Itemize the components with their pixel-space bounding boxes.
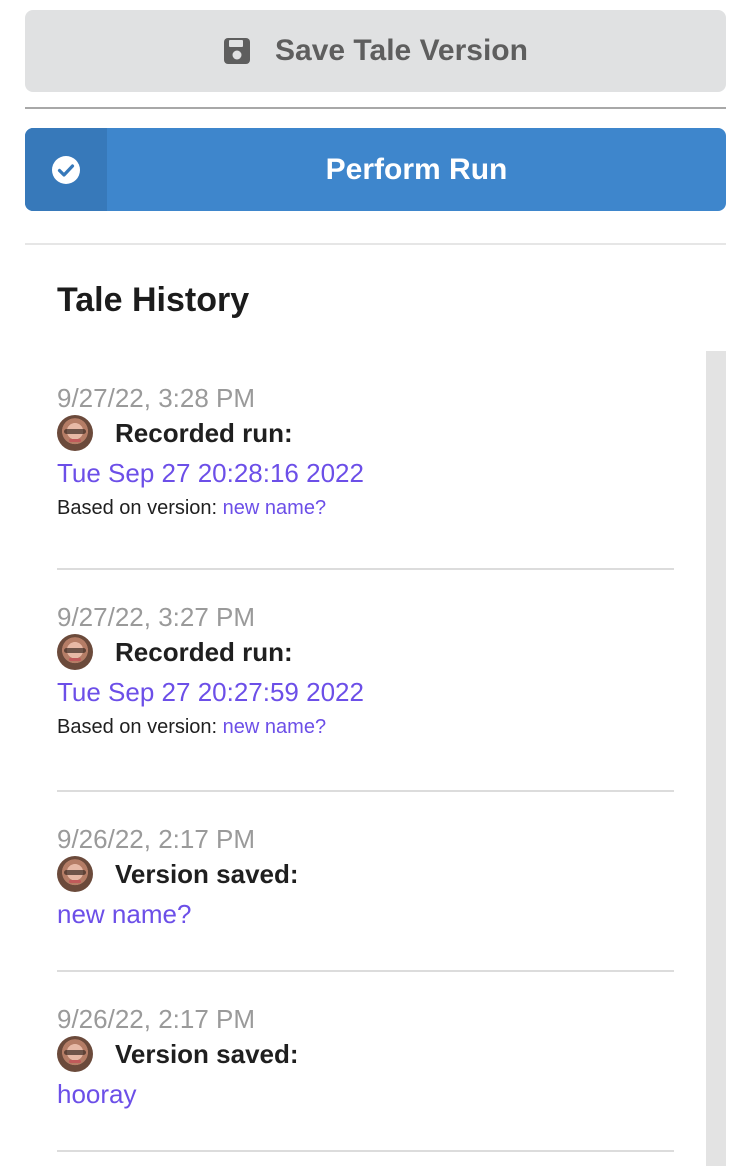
entry-action: Version saved:: [115, 858, 299, 889]
based-on-label: Based on version:: [57, 716, 218, 738]
user-avatar: [57, 856, 93, 892]
based-on-version: Based on version: new name?: [57, 493, 674, 523]
entry-author: Recorded run:: [57, 632, 674, 672]
version-link[interactable]: hooray: [57, 1079, 137, 1109]
history-entry: 9/26/22, 2:17 PM Version saved: new name…: [57, 792, 674, 972]
floppy-disk-icon: [223, 37, 251, 65]
run-link[interactable]: Tue Sep 27 20:27:59 2022: [57, 677, 364, 707]
check-circle-icon: [25, 128, 107, 211]
run-link[interactable]: Tue Sep 27 20:28:16 2022: [57, 458, 364, 488]
based-on-label: Based on version:: [57, 497, 218, 519]
based-on-version: Based on version: new name?: [57, 712, 674, 742]
version-link[interactable]: new name?: [57, 899, 191, 929]
entry-timestamp: 9/27/22, 3:27 PM: [57, 602, 256, 632]
save-button-label: Save Tale Version: [275, 34, 528, 67]
divider: [25, 107, 726, 109]
tale-sidebar: Save Tale Version Perform Run Tale Histo…: [0, 0, 738, 1166]
version-link[interactable]: new name?: [223, 716, 326, 738]
run-button-label: Perform Run: [325, 152, 508, 186]
entry-timestamp: 9/26/22, 2:17 PM: [57, 1004, 256, 1034]
user-avatar: [57, 1036, 93, 1072]
user-avatar: [57, 415, 93, 451]
entry-author: Version saved:: [57, 854, 674, 894]
history-title: Tale History: [57, 281, 250, 319]
history-scrollbar[interactable]: [706, 351, 726, 1166]
perform-run-button[interactable]: Perform Run: [25, 128, 726, 211]
user-avatar: [57, 634, 93, 670]
entry-timestamp: 9/27/22, 3:28 PM: [57, 383, 256, 413]
history-entry: 9/26/22, 2:17 PM Version saved: hooray: [57, 972, 674, 1152]
entry-action: Version saved:: [115, 1038, 299, 1069]
entry-author: Version saved:: [57, 1034, 674, 1074]
entry-action: Recorded run:: [115, 636, 293, 667]
save-tale-version-button[interactable]: Save Tale Version: [25, 10, 726, 92]
divider: [25, 243, 726, 245]
history-feed: 9/27/22, 3:28 PM Recorded run: Tue Sep 2…: [57, 351, 674, 1152]
version-link[interactable]: new name?: [223, 497, 326, 519]
entry-author: Recorded run:: [57, 413, 674, 453]
entry-action: Recorded run:: [115, 417, 293, 448]
history-entry: 9/27/22, 3:28 PM Recorded run: Tue Sep 2…: [57, 351, 674, 570]
history-entry: 9/27/22, 3:27 PM Recorded run: Tue Sep 2…: [57, 570, 674, 792]
entry-timestamp: 9/26/22, 2:17 PM: [57, 824, 256, 854]
